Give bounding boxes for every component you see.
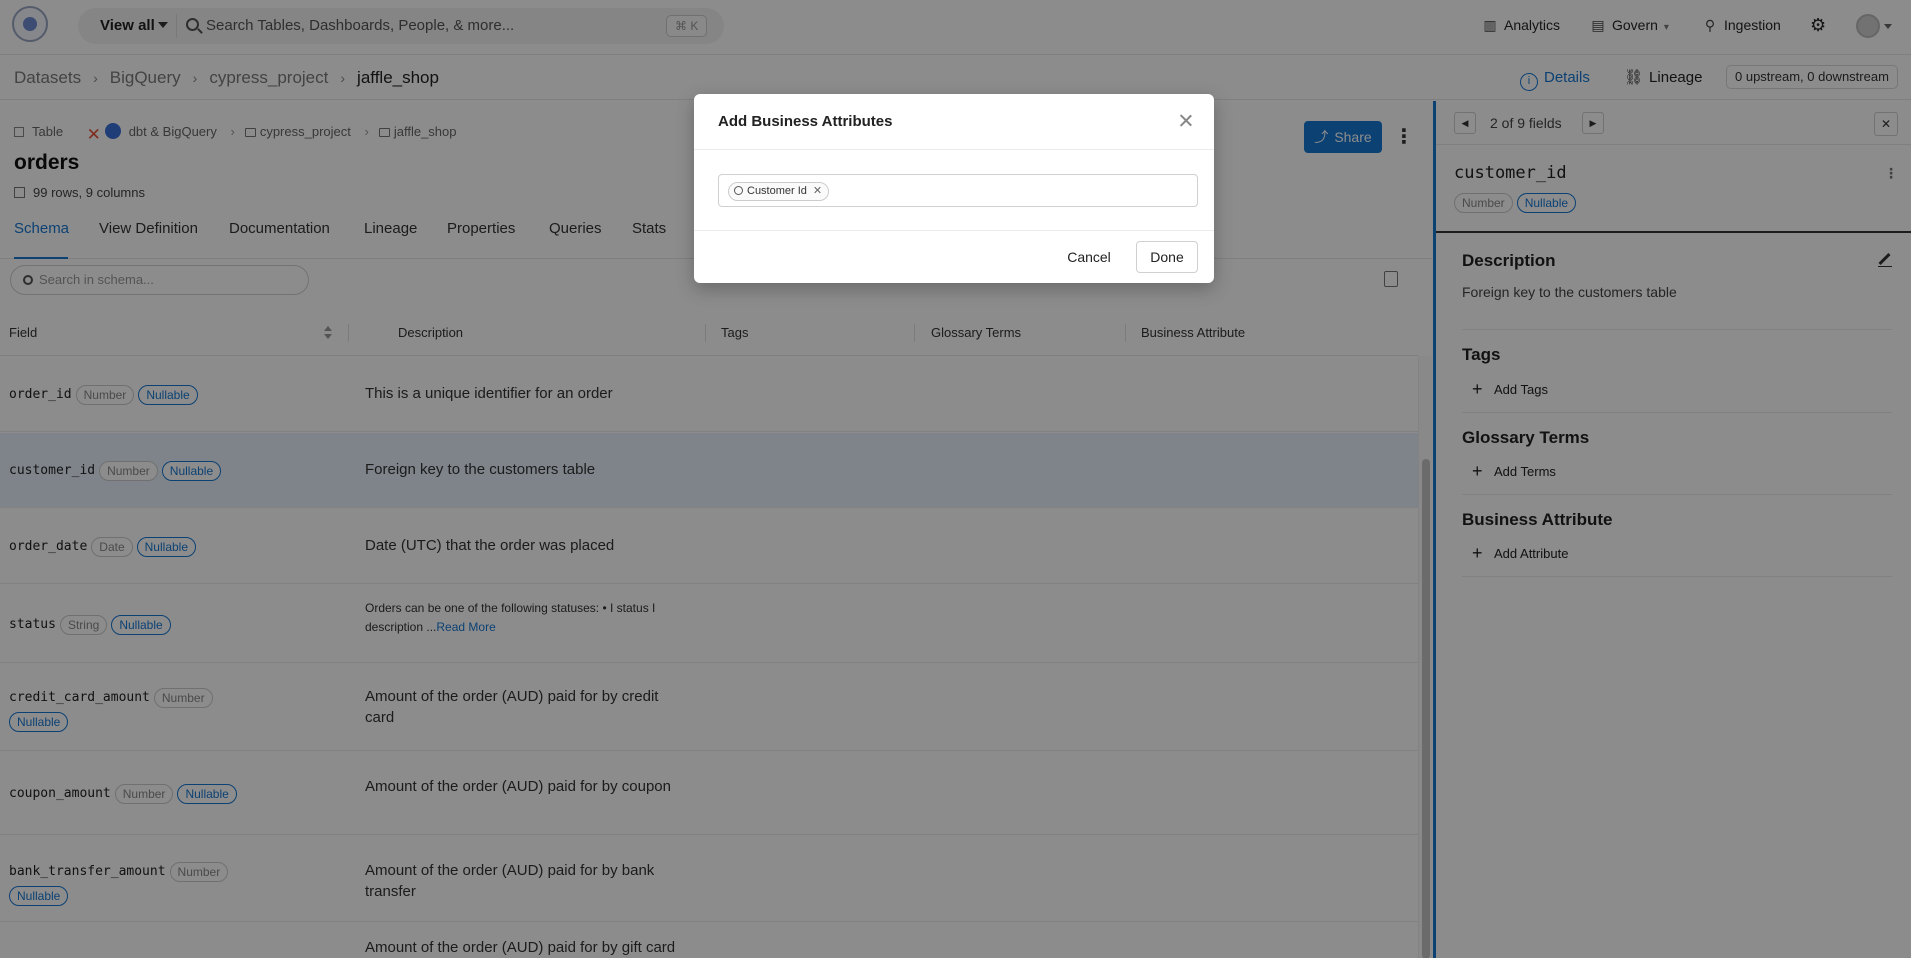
cancel-button[interactable]: Cancel [1060,241,1118,273]
selected-attribute-tag: Customer Id ✕ [728,182,830,201]
business-attribute-select[interactable]: Customer Id ✕ [718,174,1198,207]
remove-tag-icon[interactable]: ✕ [813,183,822,200]
divider [694,149,1214,150]
modal-title: Add Business Attributes [718,113,893,130]
globe-icon [734,186,743,195]
done-button[interactable]: Done [1136,241,1198,273]
divider [694,230,1214,231]
selected-attribute-label: Customer Id [747,185,807,197]
close-icon[interactable] [1178,113,1194,129]
add-business-attributes-modal: Add Business Attributes Customer Id ✕ Can… [694,94,1214,283]
